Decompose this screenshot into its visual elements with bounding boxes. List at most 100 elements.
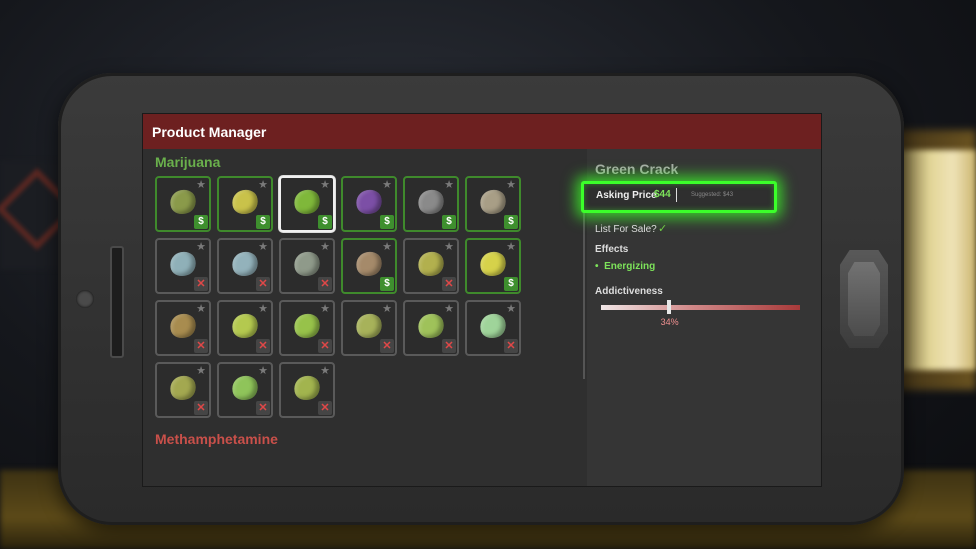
favorite-star-icon[interactable]: ★ — [382, 240, 392, 253]
list-for-sale-label: List For Sale? — [595, 224, 657, 235]
favorite-star-icon[interactable]: ★ — [196, 178, 206, 191]
bud-icon — [290, 248, 324, 280]
bud-icon — [228, 248, 262, 280]
product-tile[interactable]: ★ ✕ — [217, 238, 273, 294]
addictiveness-bar — [601, 305, 800, 310]
addictiveness-heading: Addictiveness — [595, 286, 663, 297]
not-listed-icon: ✕ — [318, 401, 332, 415]
bullet-icon: • — [595, 261, 599, 272]
product-tile[interactable]: ★ ✕ — [155, 238, 211, 294]
phone-camera — [76, 290, 94, 308]
not-listed-icon: ✕ — [256, 339, 270, 353]
bud-icon — [476, 186, 510, 218]
bud-icon — [414, 186, 448, 218]
favorite-star-icon[interactable]: ★ — [506, 302, 516, 315]
for-sale-icon: $ — [442, 215, 456, 229]
product-tile[interactable]: ★ $ — [465, 238, 521, 294]
not-listed-icon: ✕ — [504, 339, 518, 353]
product-list-pane: Marijuana ★ $ ★ $ ★ $ ★ $ ★ $ ★ $ ★ ✕ ★ ✕ ★ ✕ ★ $ ★ ✕ ★ $ ★ ✕ ★ ✕ ★ ✕… — [143, 149, 587, 486]
scrollbar[interactable] — [583, 189, 585, 379]
product-tile[interactable]: ★ ✕ — [279, 300, 335, 356]
product-grid-marijuana: ★ $ ★ $ ★ $ ★ $ ★ $ ★ $ ★ ✕ ★ ✕ ★ ✕ ★ $ ★ ✕ ★ $ ★ ✕ ★ ✕ ★ ✕ ★ ✕ ★ ✕ ★ ✕ ★ ✕ ★ ✕… — [155, 176, 521, 418]
product-name: Green Crack — [595, 161, 679, 177]
favorite-star-icon[interactable]: ★ — [258, 240, 268, 253]
product-detail-pane: Green Crack Asking Price $44 Suggested: … — [581, 149, 821, 486]
bud-icon — [352, 310, 386, 342]
suggested-price: Suggested: $43 — [691, 192, 734, 198]
bud-icon — [290, 310, 324, 342]
favorite-star-icon[interactable]: ★ — [506, 240, 516, 253]
bud-icon — [166, 372, 200, 404]
product-tile[interactable]: ★ ✕ — [155, 300, 211, 356]
favorite-star-icon[interactable]: ★ — [382, 178, 392, 191]
not-listed-icon: ✕ — [318, 339, 332, 353]
product-tile[interactable]: ★ ✕ — [279, 362, 335, 418]
bud-icon — [228, 310, 262, 342]
product-tile[interactable]: ★ $ — [403, 176, 459, 232]
not-listed-icon: ✕ — [194, 401, 208, 415]
favorite-star-icon[interactable]: ★ — [320, 302, 330, 315]
category-title-marijuana: Marijuana — [155, 154, 221, 170]
product-tile[interactable]: ★ ✕ — [155, 362, 211, 418]
bud-icon — [476, 248, 510, 280]
product-tile[interactable]: ★ ✕ — [403, 238, 459, 294]
product-tile[interactable]: ★ ✕ — [403, 300, 459, 356]
favorite-star-icon[interactable]: ★ — [444, 240, 454, 253]
not-listed-icon: ✕ — [318, 277, 332, 291]
for-sale-icon: $ — [256, 215, 270, 229]
favorite-star-icon[interactable]: ★ — [320, 240, 330, 253]
addictiveness-value: 34% — [660, 317, 679, 327]
bud-icon — [228, 372, 262, 404]
bud-icon — [352, 186, 386, 218]
not-listed-icon: ✕ — [194, 339, 208, 353]
background-window — [900, 150, 976, 370]
product-tile[interactable]: ★ $ — [465, 176, 521, 232]
favorite-star-icon[interactable]: ★ — [258, 178, 268, 191]
favorite-star-icon[interactable]: ★ — [258, 302, 268, 315]
product-tile[interactable]: ★ ✕ — [465, 300, 521, 356]
product-tile[interactable]: ★ $ — [341, 176, 397, 232]
product-tile[interactable]: ★ $ — [217, 176, 273, 232]
product-tile[interactable]: ★ ✕ — [341, 300, 397, 356]
favorite-star-icon[interactable]: ★ — [444, 178, 454, 191]
bud-icon — [414, 248, 448, 280]
effect-item: • Energizing — [595, 261, 655, 272]
product-tile[interactable]: ★ ✕ — [217, 300, 273, 356]
favorite-star-icon[interactable]: ★ — [382, 302, 392, 315]
product-tile[interactable]: ★ $ — [341, 238, 397, 294]
asking-price-field[interactable]: Asking Price $44 Suggested: $43 — [581, 181, 777, 213]
bud-icon — [414, 310, 448, 342]
product-tile[interactable]: ★ ✕ — [279, 238, 335, 294]
asking-price-input[interactable]: $44 — [654, 188, 677, 202]
phone-screen: Product Manager Marijuana ★ $ ★ $ ★ $ ★ $ ★ $ ★ $ ★ ✕… — [142, 113, 822, 487]
phone-home-button-inner — [848, 262, 880, 336]
favorite-star-icon[interactable]: ★ — [444, 302, 454, 315]
favorite-star-icon[interactable]: ★ — [506, 178, 516, 191]
title-bar: Product Manager — [143, 114, 821, 149]
addictiveness-marker — [666, 300, 671, 314]
list-for-sale-checkbox[interactable]: ✓ — [658, 222, 667, 235]
bud-icon — [352, 248, 386, 280]
for-sale-icon: $ — [504, 277, 518, 291]
for-sale-icon: $ — [504, 215, 518, 229]
not-listed-icon: ✕ — [194, 277, 208, 291]
for-sale-icon: $ — [380, 277, 394, 291]
not-listed-icon: ✕ — [442, 339, 456, 353]
bud-icon — [228, 186, 262, 218]
favorite-star-icon[interactable]: ★ — [196, 240, 206, 253]
app-title: Product Manager — [152, 124, 267, 140]
category-title-methamphetamine: Methamphetamine — [155, 431, 278, 447]
not-listed-icon: ✕ — [256, 401, 270, 415]
favorite-star-icon[interactable]: ★ — [320, 178, 330, 191]
product-tile[interactable]: ★ $ — [279, 176, 335, 232]
product-tile[interactable]: ★ ✕ — [217, 362, 273, 418]
not-listed-icon: ✕ — [442, 277, 456, 291]
not-listed-icon: ✕ — [256, 277, 270, 291]
favorite-star-icon[interactable]: ★ — [258, 364, 268, 377]
bud-icon — [166, 186, 200, 218]
favorite-star-icon[interactable]: ★ — [196, 364, 206, 377]
favorite-star-icon[interactable]: ★ — [320, 364, 330, 377]
not-listed-icon: ✕ — [380, 339, 394, 353]
favorite-star-icon[interactable]: ★ — [196, 302, 206, 315]
product-tile[interactable]: ★ $ — [155, 176, 211, 232]
